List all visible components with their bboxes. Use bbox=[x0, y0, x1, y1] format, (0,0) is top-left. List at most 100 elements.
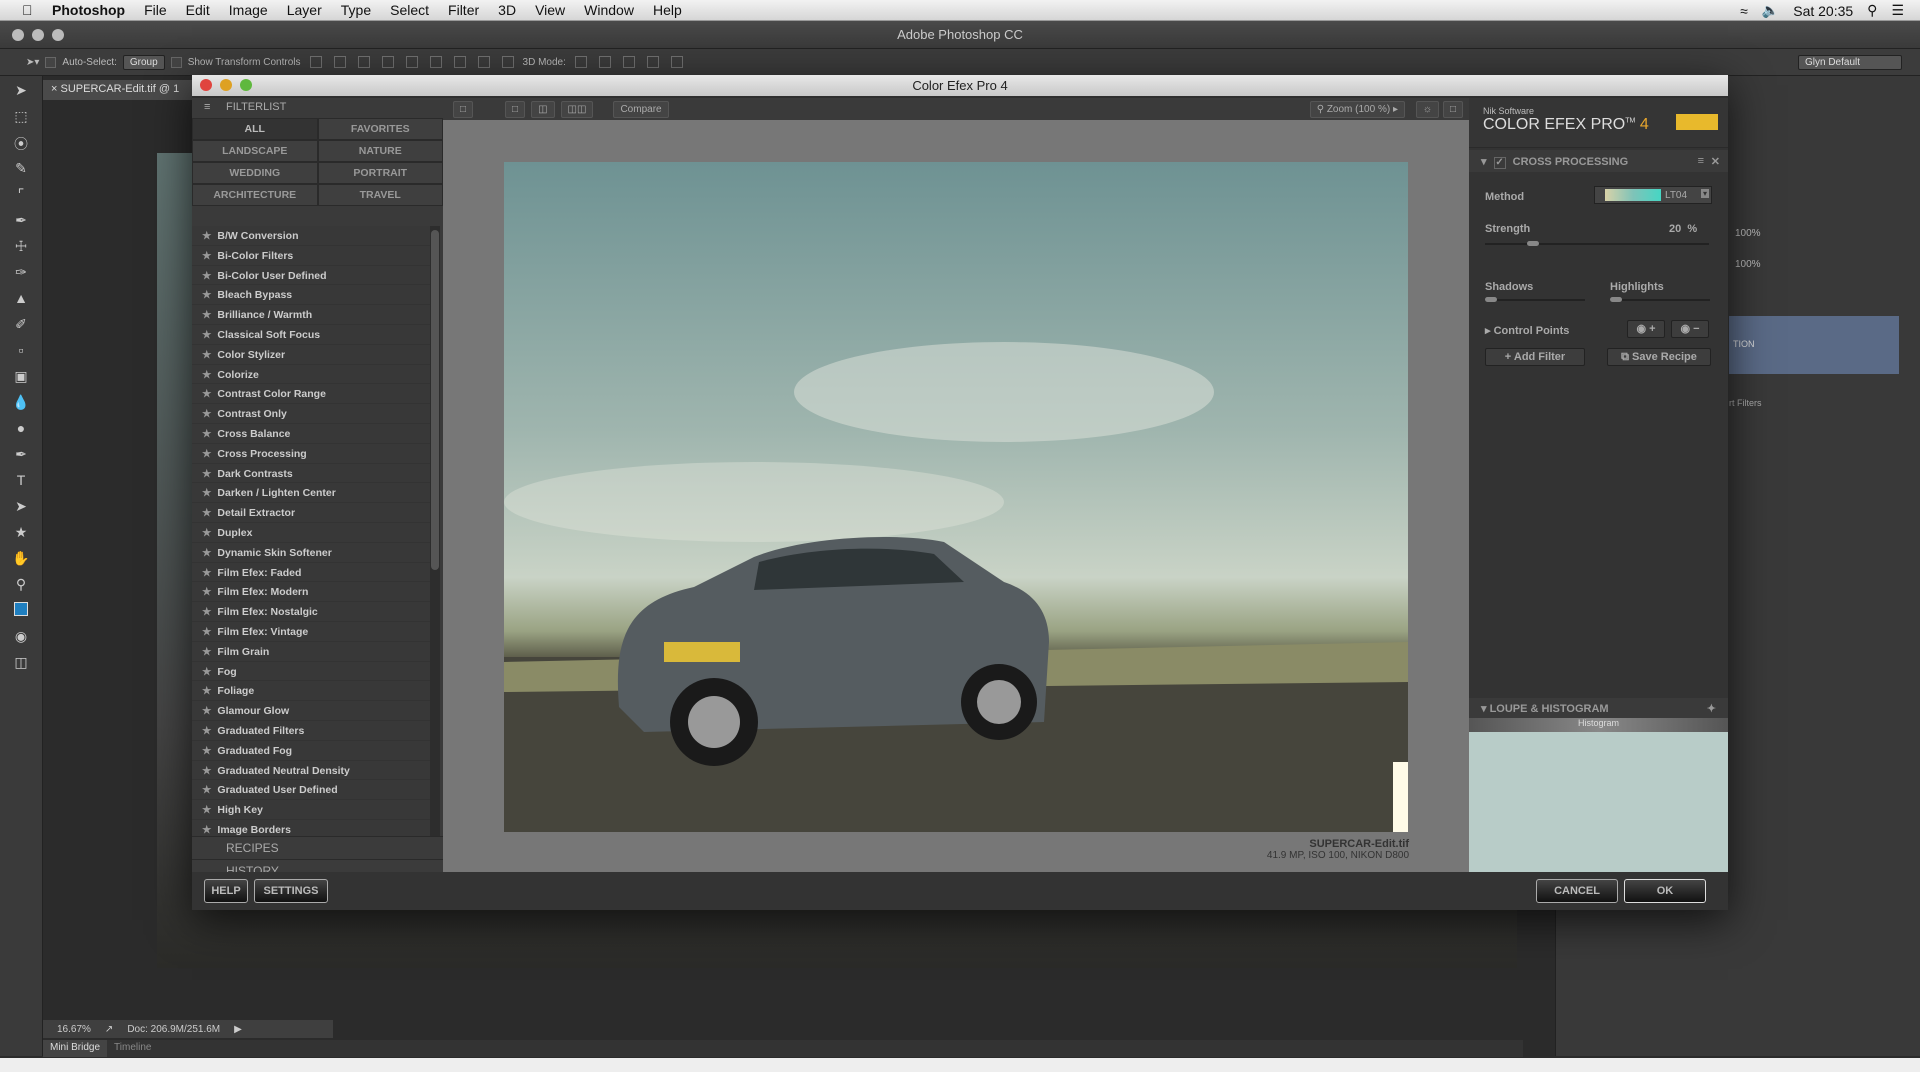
favorite-star-icon[interactable]: ★ bbox=[202, 824, 211, 836]
filter-enabled-checkbox[interactable]: ✓ bbox=[1493, 157, 1506, 169]
filter-list-item[interactable]: ★ Film Efex: Vintage bbox=[192, 621, 432, 642]
filter-list-item[interactable]: ★ Contrast Color Range bbox=[192, 384, 432, 405]
remove-control-point-button[interactable]: ◉ − bbox=[1671, 320, 1709, 338]
menu-image[interactable]: Image bbox=[229, 2, 268, 18]
favorite-star-icon[interactable]: ★ bbox=[202, 745, 211, 757]
category-architecture[interactable]: ARCHITECTURE bbox=[192, 184, 318, 206]
tab-timeline[interactable]: Timeline bbox=[107, 1040, 158, 1057]
show-transform-checkbox[interactable] bbox=[170, 56, 182, 68]
shadows-slider-knob[interactable] bbox=[1485, 297, 1497, 302]
3d-slide-icon[interactable] bbox=[646, 56, 659, 68]
type-tool-icon[interactable]: T bbox=[10, 472, 32, 492]
favorite-star-icon[interactable]: ★ bbox=[202, 784, 211, 796]
auto-align-icon[interactable] bbox=[501, 56, 514, 68]
loupe-header[interactable]: ▾ LOUPE & HISTOGRAM ✦ bbox=[1469, 698, 1728, 718]
filter-list-item[interactable]: ★ Detail Extractor bbox=[192, 503, 432, 523]
filter-list-item[interactable]: ★ Image Borders bbox=[192, 819, 432, 836]
menu-3d[interactable]: 3D bbox=[498, 2, 516, 18]
favorite-star-icon[interactable]: ★ bbox=[202, 527, 211, 539]
filter-list-item[interactable]: ★ Brilliance / Warmth bbox=[192, 305, 432, 325]
control-points-row[interactable]: ▸ Control Points bbox=[1485, 324, 1569, 337]
align-bottom-icon[interactable] bbox=[357, 56, 370, 68]
filter-list-item[interactable]: ★ Contrast Only bbox=[192, 404, 432, 424]
filter-menu-icon[interactable]: ≡ bbox=[1698, 155, 1704, 167]
quick-select-tool-icon[interactable]: ✎ bbox=[10, 160, 32, 180]
strength-value[interactable]: 20 bbox=[1669, 223, 1681, 235]
favorite-star-icon[interactable]: ★ bbox=[202, 547, 211, 559]
filter-list-item[interactable]: ★ B/W Conversion bbox=[192, 226, 432, 246]
favorite-star-icon[interactable]: ★ bbox=[202, 369, 211, 381]
remove-filter-icon[interactable]: ✕ bbox=[1711, 155, 1720, 168]
ok-button[interactable]: OK bbox=[1624, 879, 1706, 903]
layer-fill[interactable]: 100% bbox=[1729, 251, 1919, 281]
filter-list-item[interactable]: ★ Cross Balance bbox=[192, 423, 432, 444]
split-view-icon[interactable]: ◫ bbox=[531, 100, 555, 118]
menu-filter[interactable]: Filter bbox=[448, 2, 479, 18]
strength-slider-knob[interactable] bbox=[1527, 241, 1540, 246]
side-by-side-icon[interactable]: ◫◫ bbox=[560, 100, 594, 118]
3d-roll-icon[interactable] bbox=[598, 56, 611, 68]
quick-mask-icon[interactable]: ◉ bbox=[10, 628, 32, 648]
move-tool-icon[interactable]: ➤ bbox=[10, 82, 32, 102]
add-control-point-button[interactable]: ◉ + bbox=[1627, 320, 1665, 338]
pin-icon[interactable]: ✦ bbox=[1707, 702, 1716, 715]
favorite-star-icon[interactable]: ★ bbox=[202, 408, 211, 420]
favorite-star-icon[interactable]: ★ bbox=[202, 804, 211, 816]
distribute-icon[interactable] bbox=[477, 56, 490, 68]
favorite-star-icon[interactable]: ★ bbox=[202, 626, 211, 638]
save-recipe-button[interactable]: ⧉ Save Recipe bbox=[1607, 348, 1711, 366]
filter-list-item[interactable]: ★ High Key bbox=[192, 800, 432, 820]
wifi-icon[interactable]: ≈ bbox=[1740, 3, 1748, 19]
menu-select[interactable]: Select bbox=[390, 2, 429, 18]
3d-pan-icon[interactable] bbox=[622, 56, 635, 68]
brightness-icon[interactable]: ☼ bbox=[1415, 100, 1439, 118]
favorite-star-icon[interactable]: ★ bbox=[202, 646, 211, 658]
filter-list-item[interactable]: ★ Duplex bbox=[192, 522, 432, 543]
distribute-icon[interactable] bbox=[453, 56, 466, 68]
gradient-tool-icon[interactable]: ▣ bbox=[10, 368, 32, 388]
filter-list-item[interactable]: ★ Color Stylizer bbox=[192, 344, 432, 365]
category-nature[interactable]: NATURE bbox=[317, 140, 443, 162]
auto-select-checkbox[interactable] bbox=[45, 56, 57, 68]
filter-list-item[interactable]: ★ Glamour Glow bbox=[192, 701, 432, 721]
marquee-tool-icon[interactable]: ⬚ bbox=[10, 108, 32, 128]
align-left-icon[interactable] bbox=[381, 56, 394, 68]
close-dialog-icon[interactable] bbox=[200, 79, 212, 91]
apple-icon[interactable]:  bbox=[22, 2, 46, 18]
favorite-star-icon[interactable]: ★ bbox=[202, 230, 211, 242]
category-wedding[interactable]: WEDDING bbox=[192, 162, 318, 184]
menu-window[interactable]: Window bbox=[584, 2, 634, 18]
filter-list-item[interactable]: ★ Fog bbox=[192, 661, 432, 682]
filter-list-item[interactable]: ★ Colorize bbox=[192, 364, 432, 385]
category-all[interactable]: ALL bbox=[192, 118, 318, 140]
eraser-tool-icon[interactable]: ▫ bbox=[10, 342, 32, 362]
favorite-star-icon[interactable]: ★ bbox=[202, 289, 211, 301]
favorite-star-icon[interactable]: ★ bbox=[202, 666, 211, 678]
favorite-star-icon[interactable]: ★ bbox=[202, 606, 211, 618]
favorite-star-icon[interactable]: ★ bbox=[202, 309, 211, 321]
filter-list-item[interactable]: ★ Graduated Neutral Density bbox=[192, 760, 432, 781]
category-landscape[interactable]: LANDSCAPE bbox=[192, 140, 318, 162]
blur-tool-icon[interactable]: 💧 bbox=[10, 394, 32, 414]
favorite-star-icon[interactable]: ★ bbox=[202, 765, 211, 777]
path-select-tool-icon[interactable]: ➤ bbox=[10, 498, 32, 518]
move-tool-icon[interactable]: ➤▾ bbox=[26, 57, 39, 68]
tab-mini-bridge[interactable]: Mini Bridge bbox=[43, 1040, 108, 1057]
zoom-level[interactable]: 16.67% bbox=[57, 1024, 91, 1035]
fit-icon[interactable]: □ bbox=[1442, 100, 1463, 118]
filter-list-item[interactable]: ★ Dark Contrasts bbox=[192, 463, 432, 484]
status-menu-arrow-icon[interactable]: ▶ bbox=[234, 1024, 242, 1035]
favorite-star-icon[interactable]: ★ bbox=[202, 507, 211, 519]
category-portrait[interactable]: PORTRAIT bbox=[317, 162, 443, 184]
favorite-star-icon[interactable]: ★ bbox=[202, 567, 211, 579]
cancel-button[interactable]: CANCEL bbox=[1536, 879, 1618, 903]
toggle-panel-icon[interactable]: □ bbox=[453, 100, 474, 118]
align-right-icon[interactable] bbox=[429, 56, 442, 68]
eyedropper-tool-icon[interactable]: ✒ bbox=[10, 212, 32, 232]
filter-list-item[interactable]: ★ Graduated User Defined bbox=[192, 780, 432, 801]
workspace-dropdown[interactable]: Glyn Default bbox=[1798, 54, 1902, 70]
filter-list-item[interactable]: ★ Film Grain bbox=[192, 641, 432, 662]
favorite-star-icon[interactable]: ★ bbox=[202, 725, 211, 737]
method-dropdown[interactable]: LT04 ▾ bbox=[1594, 186, 1712, 204]
menu-edit[interactable]: Edit bbox=[186, 2, 210, 18]
